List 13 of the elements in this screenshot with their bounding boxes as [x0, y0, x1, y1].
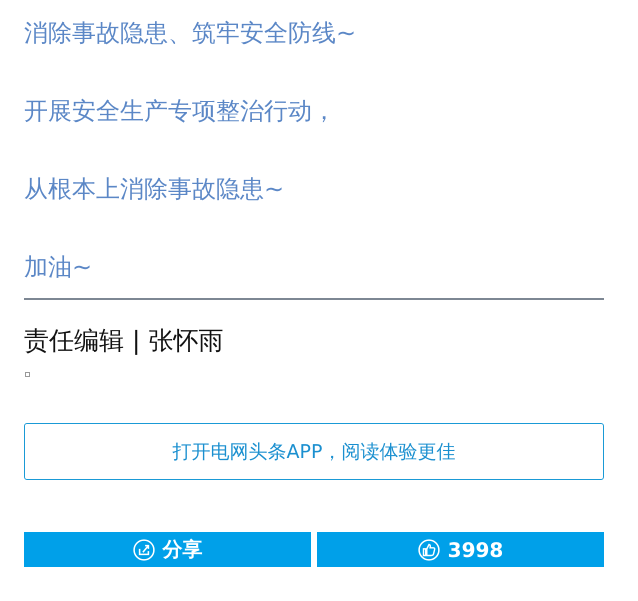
- thumbs-up-icon: [418, 538, 440, 560]
- action-label: 3998: [448, 538, 504, 562]
- image-placeholder-icon: [25, 372, 30, 377]
- editor-credit: 责任编辑 | 张怀雨: [24, 325, 224, 357]
- share-icon: [132, 538, 154, 560]
- article-paragraph: 加油~: [24, 252, 94, 282]
- action-label: 分享: [162, 536, 202, 563]
- open-app-button[interactable]: 打开电网头条APP，阅读体验更佳: [24, 423, 604, 480]
- article-paragraph: 从根本上消除事故隐患~: [24, 174, 286, 204]
- share-button[interactable]: 分享: [24, 532, 311, 567]
- article-paragraph: 消除事故隐患、筑牢安全防线~: [24, 18, 358, 48]
- like-button[interactable]: 3998: [317, 532, 604, 567]
- article-paragraph: 开展安全生产专项整治行动，: [24, 96, 337, 126]
